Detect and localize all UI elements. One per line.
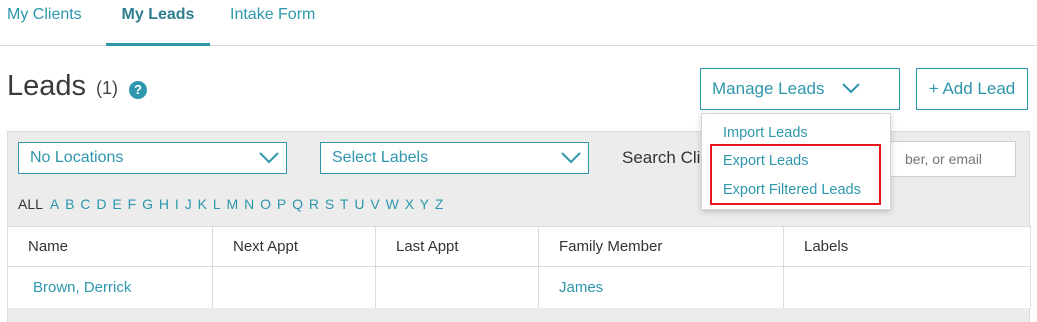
add-lead-button[interactable]: + Add Lead [916,68,1028,110]
labels-select[interactable]: Select Labels [320,142,589,174]
help-icon[interactable]: ? [129,81,147,99]
alpha-letter-m[interactable]: M [227,196,239,212]
alpha-letter-y[interactable]: Y [420,196,429,212]
search-label: Search Clients [622,148,702,167]
alpha-all[interactable]: ALL [18,196,43,212]
search-input[interactable] [874,141,1016,177]
alpha-letter-a[interactable]: A [50,196,59,212]
alpha-letter-b[interactable]: B [65,196,74,212]
chevron-down-icon [561,152,581,164]
alpha-letter-r[interactable]: R [309,196,319,212]
alpha-letter-t[interactable]: T [340,196,349,212]
alpha-letter-j[interactable]: J [185,196,192,212]
alpha-letter-n[interactable]: N [244,196,254,212]
alpha-letter-k[interactable]: K [198,196,207,212]
nav-tabs: My Clients My Leads Intake Form [0,0,1037,46]
alpha-letter-z[interactable]: Z [435,196,444,212]
table-row: Brown, Derrick James [7,266,1031,309]
menu-item-import-leads[interactable]: Import Leads [723,125,808,141]
tab-intake-form[interactable]: Intake Form [230,0,315,46]
tab-my-leads[interactable]: My Leads [106,0,210,46]
locations-select[interactable]: No Locations [18,142,287,174]
leads-table: Name Next Appt Last Appt Family Member L… [7,226,1031,309]
family-member-link[interactable]: James [538,266,784,309]
table-header-row: Name Next Appt Last Appt Family Member L… [7,226,1031,267]
alpha-letter-q[interactable]: Q [292,196,303,212]
alpha-letter-u[interactable]: U [354,196,364,212]
alpha-letter-i[interactable]: I [175,196,179,212]
table-footer [7,308,1030,322]
alpha-letter-s[interactable]: S [325,196,334,212]
labels-select-value: Select Labels [332,149,429,166]
alpha-letters: A B C D E F G H I J K L M N O P Q R S T … [50,196,446,212]
alpha-letter-h[interactable]: H [159,196,169,212]
manage-leads-button[interactable]: Manage Leads [700,68,900,110]
column-header-labels[interactable]: Labels [783,226,1031,267]
tab-my-clients[interactable]: My Clients [7,0,82,46]
alpha-letter-v[interactable]: V [370,196,379,212]
lead-name-link[interactable]: Brown, Derrick [7,266,213,309]
locations-select-value: No Locations [30,149,124,166]
chevron-down-icon [259,152,279,164]
column-header-last-appt[interactable]: Last Appt [375,226,539,267]
alpha-letter-d[interactable]: D [96,196,106,212]
alpha-letter-f[interactable]: F [128,196,137,212]
chevron-down-icon [842,83,860,94]
column-header-family-member[interactable]: Family Member [538,226,784,267]
next-appt-cell [212,266,376,309]
page-title: Leads [7,70,87,102]
alphabet-filter: ALL A B C D E F G H I J K L M N O P Q R S… [18,196,445,212]
alpha-letter-w[interactable]: W [386,196,399,212]
alpha-letter-o[interactable]: O [260,196,271,212]
last-appt-cell [375,266,539,309]
highlight-box [710,144,881,205]
alpha-letter-x[interactable]: X [405,196,414,212]
alpha-letter-p[interactable]: P [277,196,286,212]
labels-cell [783,266,1031,309]
alpha-letter-g[interactable]: G [142,196,153,212]
alpha-letter-c[interactable]: C [80,196,90,212]
alpha-letter-e[interactable]: E [112,196,121,212]
manage-leads-label: Manage Leads [712,79,825,98]
column-header-name[interactable]: Name [7,226,213,267]
leads-count: (1) [96,78,118,98]
column-header-next-appt[interactable]: Next Appt [212,226,376,267]
alpha-letter-l[interactable]: L [213,196,221,212]
